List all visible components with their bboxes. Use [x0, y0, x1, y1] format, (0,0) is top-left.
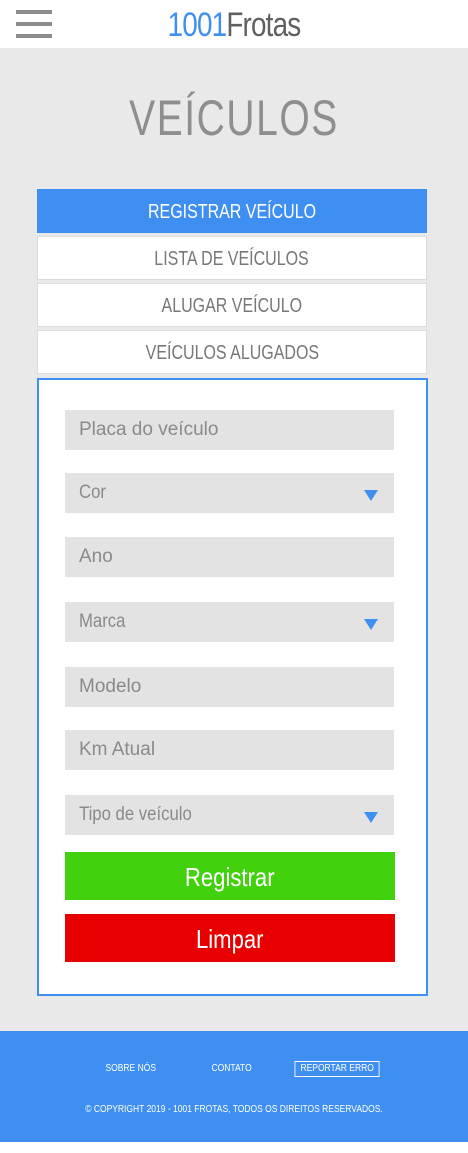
- register-button-label: Registrar: [185, 862, 275, 892]
- tab-label: REGISTRAR VEÍCULO: [147, 201, 317, 223]
- dropdown-arrow-icon: [364, 812, 378, 823]
- tab-alugar-veiculo[interactable]: ALUGAR VEÍCULO: [37, 283, 427, 327]
- model-input[interactable]: [65, 667, 394, 707]
- page-footer: SOBRE NÓS CONTATO REPORTAR ERRO © COPYRI…: [0, 1031, 468, 1142]
- copyright-text: © COPYRIGHT 2019 - 1001 FROTAS, TODOS OS…: [85, 1104, 383, 1115]
- tab-label: VEÍCULOS ALUGADOS: [145, 342, 319, 364]
- bottom-strip: [0, 1142, 468, 1153]
- dropdown-arrow-icon: [364, 619, 378, 630]
- km-field[interactable]: [65, 730, 394, 770]
- tab-veiculos-alugados[interactable]: VEÍCULOS ALUGADOS: [37, 330, 427, 374]
- plate-input[interactable]: [65, 410, 394, 450]
- plate-field[interactable]: [65, 410, 394, 450]
- brand-select[interactable]: Marca: [65, 602, 394, 642]
- report-error-button[interactable]: REPORTAR ERRO: [294, 1061, 380, 1077]
- register-button[interactable]: Registrar: [65, 852, 395, 900]
- clear-button[interactable]: Limpar: [65, 914, 395, 962]
- vehicle-type-select[interactable]: Tipo de veículo: [65, 795, 394, 835]
- year-field[interactable]: [65, 537, 394, 577]
- tab-registrar-veiculo[interactable]: REGISTRAR VEÍCULO: [37, 189, 427, 233]
- tab-label: ALUGAR VEÍCULO: [161, 295, 303, 317]
- vehicle-type-select-value: Tipo de veículo: [79, 804, 192, 825]
- vehicle-register-form: Cor Marca Tipo de veículo Registrar Limp…: [37, 378, 428, 996]
- logo-number: 1001: [167, 6, 228, 44]
- color-select-value: Cor: [79, 482, 106, 503]
- tab-lista-de-veiculos[interactable]: LISTA DE VEÍCULOS: [37, 236, 427, 280]
- tab-label: LISTA DE VEÍCULOS: [154, 248, 310, 270]
- top-header: 1001Frotas: [0, 0, 468, 48]
- logo-name: Frotas: [226, 6, 301, 44]
- footer-link-about[interactable]: SOBRE NÓS: [105, 1062, 156, 1076]
- main-content: VEÍCULOS REGISTRAR VEÍCULO LISTA DE VEÍC…: [0, 48, 468, 1031]
- clear-button-label: Limpar: [196, 924, 264, 954]
- model-field[interactable]: [65, 667, 394, 707]
- brand-select-value: Marca: [79, 611, 126, 632]
- dropdown-arrow-icon: [364, 490, 378, 501]
- km-input[interactable]: [65, 730, 394, 770]
- footer-link-contact[interactable]: CONTATO: [212, 1062, 252, 1076]
- app-logo[interactable]: 1001Frotas: [42, 4, 426, 46]
- page-title: VEÍCULOS: [129, 90, 339, 146]
- color-select[interactable]: Cor: [65, 473, 394, 513]
- year-input[interactable]: [65, 537, 394, 577]
